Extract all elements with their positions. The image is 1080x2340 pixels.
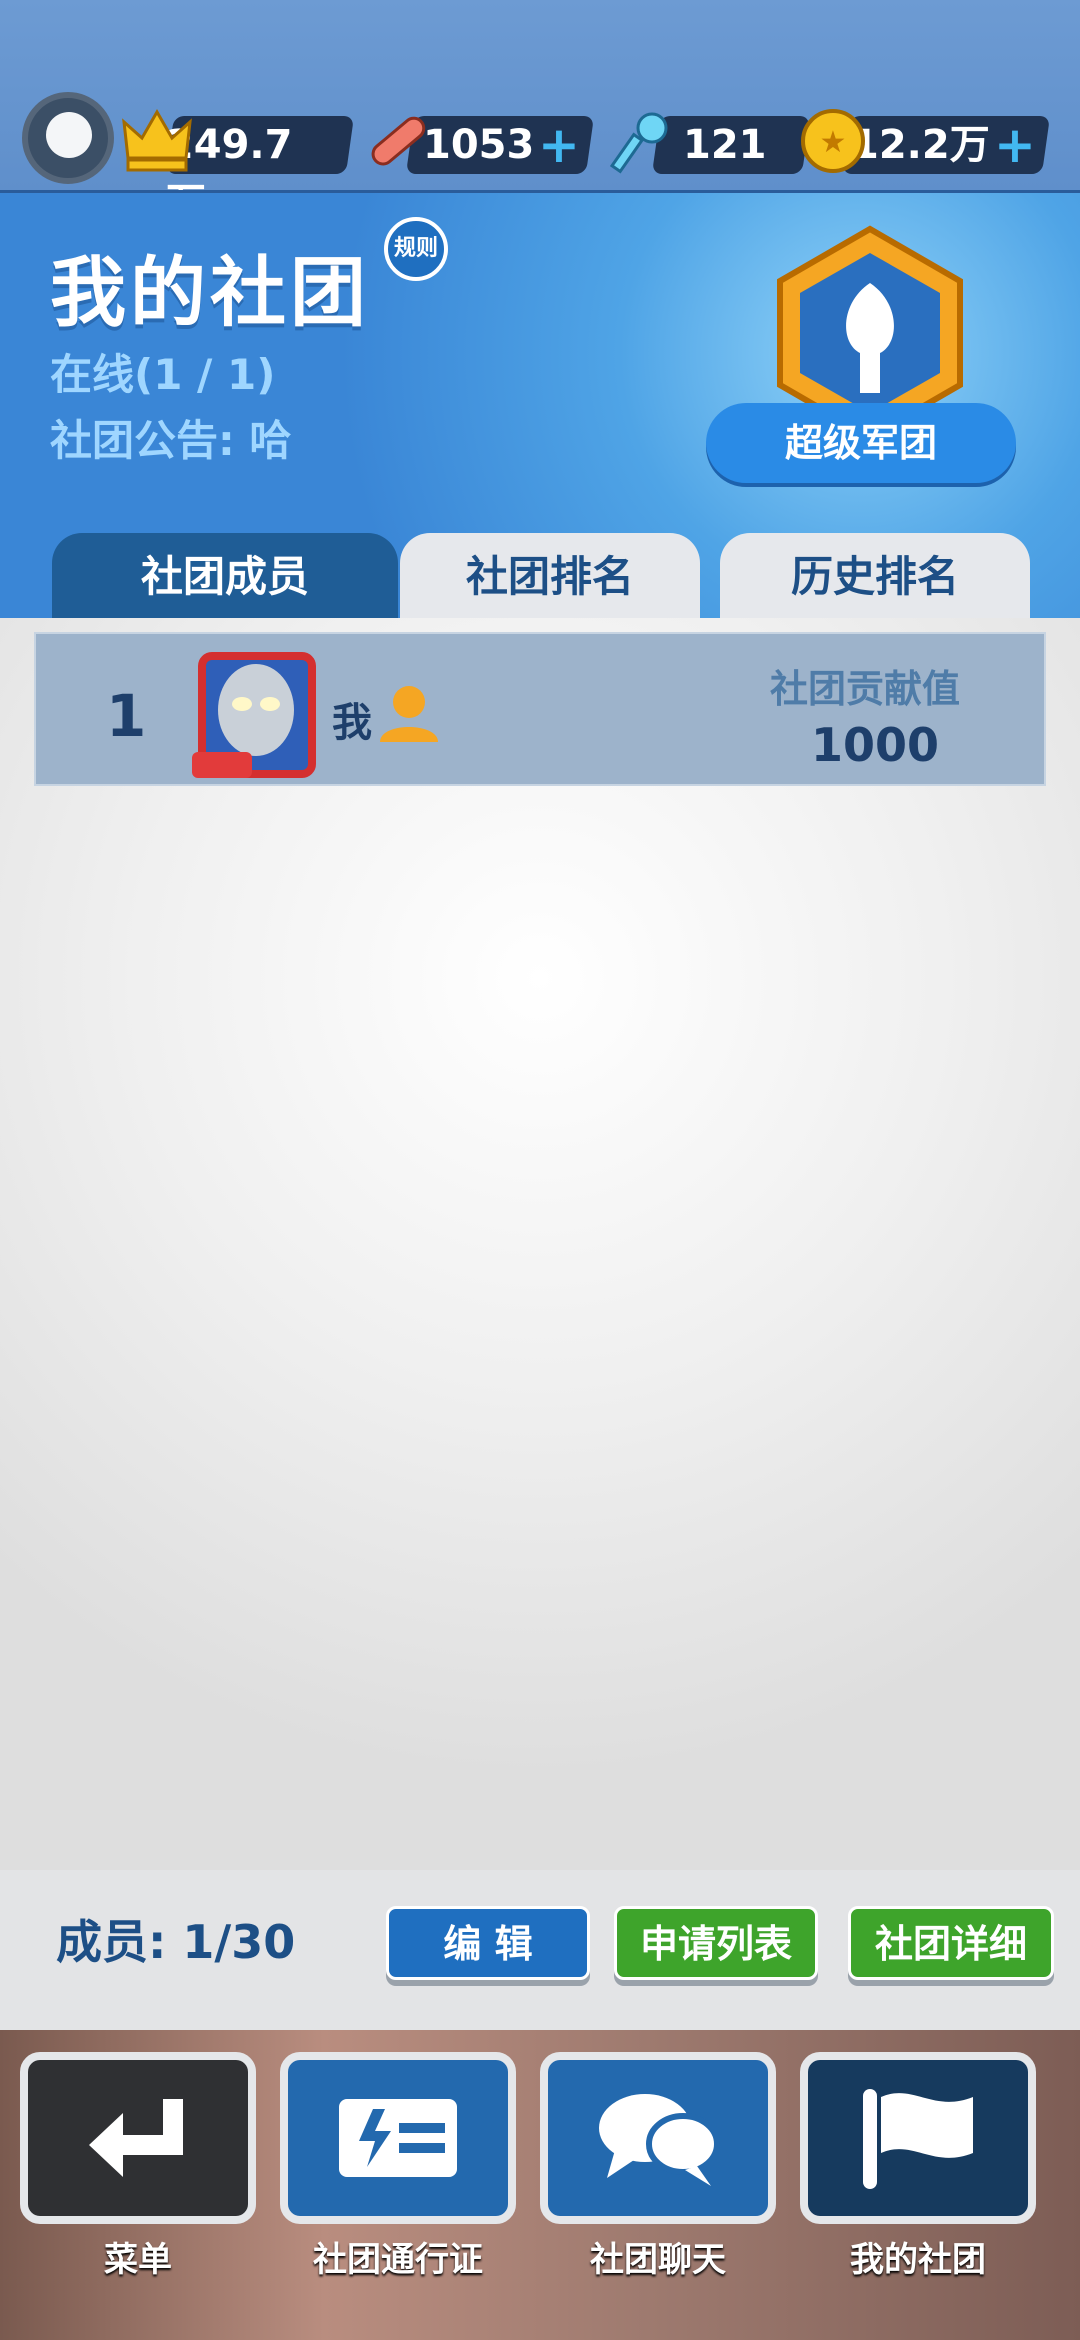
chat-bubbles-icon — [599, 2094, 720, 2186]
member-name: 我 — [332, 700, 372, 746]
nav-menu-label: 菜单 — [104, 2240, 172, 2280]
club-details-button[interactable]: 社团详细 — [848, 1906, 1054, 1980]
skateboard-icon — [371, 116, 426, 166]
skate-plus-icon[interactable]: + — [538, 116, 580, 174]
skate-counter[interactable]: 1053 + — [405, 116, 595, 174]
key-icon — [609, 112, 668, 174]
skate-value: 1053 — [422, 122, 534, 168]
nav-menu-button[interactable] — [20, 2052, 256, 2224]
action-bar: 成员: 1/30 编 辑 申请列表 社团详细 — [0, 1870, 1080, 2030]
members-count: 成员: 1/30 — [56, 1915, 296, 1969]
crown-counter: 249.7万 — [165, 116, 355, 226]
club-notice: 社团公告: 哈 — [50, 416, 292, 465]
nav-menu[interactable]: 菜单 — [20, 2052, 256, 2281]
tab-club-ranking[interactable]: 社团排名 — [400, 533, 700, 618]
bottom-nav: 菜单 社团通行证 社团聊天 我的社团 — [0, 2030, 1080, 2340]
tab-members[interactable]: 社团成员 — [52, 533, 398, 618]
avatar — [192, 652, 316, 778]
person-icon — [380, 686, 438, 742]
club-rank-label: 超级军团 — [706, 403, 1016, 483]
key-value: 121 — [682, 122, 767, 168]
coin-plus-icon[interactable]: + — [994, 116, 1036, 174]
contribution-label: 社团贡献值 — [770, 667, 961, 711]
member-list: 1 我 社团贡献值 1000 — [0, 618, 1080, 1870]
nav-my-club-button[interactable] — [800, 2052, 1036, 2224]
nav-club-pass-label: 社团通行证 — [313, 2240, 483, 2280]
flag-icon — [863, 2089, 973, 2189]
tab-history-ranking[interactable]: 历史排名 — [720, 533, 1030, 618]
nav-my-club[interactable]: 我的社团 — [800, 2052, 1036, 2281]
crown-icon — [122, 108, 192, 172]
settings-gear-icon[interactable] — [22, 92, 114, 184]
return-arrow-icon — [89, 2099, 183, 2177]
svg-text:★: ★ — [820, 125, 847, 160]
apply-list-button[interactable]: 申请列表 — [614, 1906, 818, 1980]
nav-club-chat-label: 社团聊天 — [590, 2240, 726, 2280]
page-title: 我的社团 — [50, 248, 370, 337]
table-row[interactable]: 1 我 社团贡献值 1000 — [34, 632, 1046, 786]
nav-club-chat[interactable]: 社团聊天 — [540, 2052, 776, 2281]
online-status: 在线(1 / 1) — [50, 350, 276, 399]
coin-value: 12.2万 — [851, 122, 990, 168]
nav-my-club-label: 我的社团 — [850, 2240, 986, 2280]
member-rank: 1 — [106, 682, 147, 750]
status-bar: 249.7万 1053 + 121 ★ 12.2万 + — [0, 0, 1080, 226]
rules-button[interactable]: 规则 — [384, 217, 448, 281]
club-header: 我的社团 规则 在线(1 / 1) 社团公告: 哈 超级军团 社团成员 社团排名… — [0, 190, 1080, 618]
nav-club-chat-button[interactable] — [540, 2052, 776, 2224]
nav-club-pass-button[interactable] — [280, 2052, 516, 2224]
coin-counter[interactable]: 12.2万 + — [841, 116, 1051, 174]
coin-icon: ★ — [801, 109, 865, 173]
nav-club-pass[interactable]: 社团通行证 — [280, 2052, 516, 2281]
pass-ticket-icon — [339, 2099, 457, 2177]
edit-button[interactable]: 编 辑 — [386, 1906, 590, 1980]
contribution-value: 1000 — [811, 718, 940, 772]
